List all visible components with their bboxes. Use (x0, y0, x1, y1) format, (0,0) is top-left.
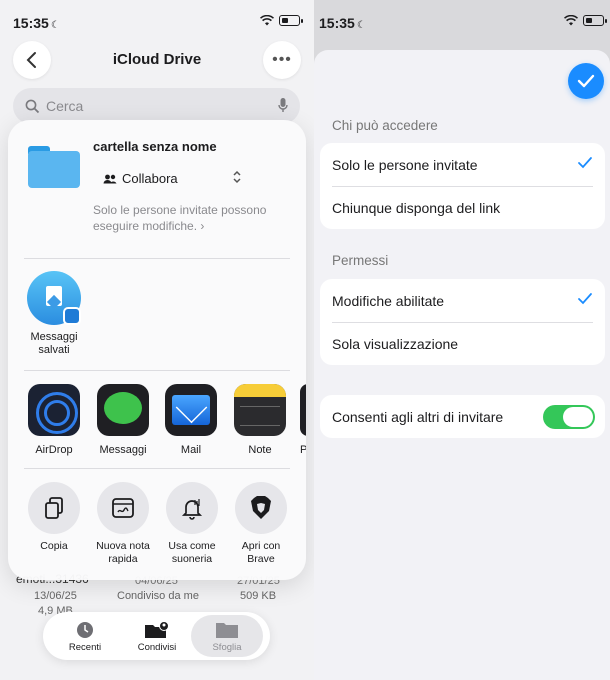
folder-icon (191, 620, 263, 640)
app-icon (300, 384, 306, 436)
folder-name: cartella senza nome (93, 139, 217, 154)
divider (24, 258, 290, 259)
search-icon (25, 99, 40, 113)
clock-icon (49, 620, 121, 640)
option-label: Modifiche abilitate (332, 292, 445, 309)
battery-icon (583, 15, 607, 26)
option-invited-only[interactable]: Solo le persone invitate (320, 143, 605, 186)
people-icon (103, 174, 117, 183)
tab-label: Recenti (68, 642, 102, 653)
app-label: Mail (180, 444, 202, 456)
option-label: Solo le persone invitate (332, 156, 478, 173)
status-icons (564, 15, 607, 26)
quick-note-icon (97, 482, 149, 534)
moon-icon: ☾ (50, 20, 60, 31)
more-button[interactable]: ••• (263, 41, 301, 79)
collaborate-menu[interactable]: Collabora (103, 171, 178, 186)
tab-condivisi[interactable]: Condivisi (121, 612, 193, 660)
option-edit-enabled[interactable]: Modifiche abilitate (320, 279, 605, 322)
shared-folder-icon (121, 620, 193, 640)
search-placeholder: Cerca (46, 98, 84, 114)
action-open-brave[interactable]: Apri con Brave (228, 482, 294, 566)
telegram-badge-icon (63, 307, 81, 325)
chevron-right-icon: › (200, 219, 205, 233)
access-options: Solo le persone invitate Chiunque dispon… (320, 143, 605, 229)
checkmark-icon (578, 157, 592, 169)
microphone-icon[interactable] (278, 97, 288, 114)
invite-setting: Consenti agli altri di invitare (320, 395, 605, 438)
app-label: Messaggi (99, 444, 147, 456)
allow-invite-toggle[interactable] (543, 405, 595, 429)
share-sheet: cartella senza nome Collabora Solo le pe… (8, 120, 306, 580)
files-share-screen: 15:35☾ iCloud Drive ••• Cerca emoti...31… (0, 0, 314, 680)
status-time: 15:35 ☾ (319, 15, 366, 31)
permission-description[interactable]: Solo le persone invitate possono eseguir… (93, 202, 293, 234)
option-view-only[interactable]: Sola visualizzazione (320, 322, 605, 365)
share-app-partial[interactable]: P (300, 384, 306, 456)
file-date: 13/06/25 (34, 590, 77, 602)
wifi-icon (260, 15, 274, 26)
collaborate-label: Collabora (122, 171, 178, 186)
search-input[interactable]: Cerca (13, 88, 300, 124)
mail-icon (165, 384, 217, 436)
share-options-screen: 15:35 ☾ Chi può accedere Solo le persone … (314, 0, 610, 680)
share-app-mail[interactable]: Mail (164, 384, 218, 456)
action-ringtone[interactable]: Usa come suoneria (159, 482, 225, 566)
status-bar: 15:35 ☾ (0, 0, 314, 40)
share-app-messages[interactable]: Messaggi (96, 384, 150, 456)
action-label: Nuova nota rapida (96, 540, 150, 565)
action-copy[interactable]: Copia (21, 482, 87, 553)
allow-invite-row: Consenti agli altri di invitare (320, 395, 605, 438)
airdrop-icon (28, 384, 80, 436)
ellipsis-icon: ••• (272, 51, 292, 68)
status-icons (260, 15, 303, 26)
tab-bar: Recenti Condivisi Sfoglia (43, 612, 270, 660)
access-header: Chi può accedere (332, 118, 438, 133)
wifi-icon (564, 15, 578, 26)
permission-options: Modifiche abilitate Sola visualizzazione (320, 279, 605, 365)
messages-icon (97, 384, 149, 436)
status-bar: 15:35 ☾ (314, 0, 610, 40)
chevron-updown-icon[interactable] (232, 170, 242, 187)
option-label: Consenti agli altri di invitare (332, 408, 504, 425)
moon-icon: ☾ (356, 20, 366, 31)
share-app-airdrop[interactable]: AirDrop (27, 384, 81, 456)
battery-icon (279, 15, 303, 26)
tab-recenti[interactable]: Recenti (49, 612, 121, 660)
options-sheet: Chi può accedere Solo le persone invitat… (314, 50, 610, 680)
copy-icon (28, 482, 80, 534)
option-label: Sola visualizzazione (332, 335, 459, 352)
checkmark-icon (577, 74, 595, 88)
app-label: P (300, 444, 306, 456)
folder-icon (28, 144, 80, 188)
action-quick-note[interactable]: Nuova nota rapida (90, 482, 156, 566)
done-button[interactable] (568, 63, 604, 99)
file-size: 509 KB (240, 590, 277, 602)
option-anyone-with-link[interactable]: Chiunque disponga del link (320, 186, 605, 229)
app-label: Note (248, 444, 272, 456)
brave-icon (235, 482, 287, 534)
file-shared-status: Condiviso da me (117, 590, 199, 602)
contact-label: Messaggi salvati (30, 331, 78, 356)
checkmark-icon (578, 293, 592, 305)
option-label: Chiunque disponga del link (332, 199, 501, 216)
tab-sfoglia[interactable]: Sfoglia (191, 615, 263, 657)
permissions-header: Permessi (332, 253, 389, 268)
ringtone-icon (166, 482, 218, 534)
notes-icon (234, 384, 286, 436)
status-time: 15:35 ☾ (13, 15, 60, 31)
divider (24, 468, 290, 469)
divider (24, 370, 290, 371)
action-label: Apri con Brave (241, 540, 281, 565)
action-label: Usa come suoneria (168, 540, 216, 565)
action-label: Copia (40, 540, 68, 552)
app-label: AirDrop (35, 444, 73, 456)
tab-label: Condivisi (137, 642, 177, 653)
share-app-notes[interactable]: Note (233, 384, 287, 456)
tab-label: Sfoglia (212, 642, 242, 653)
